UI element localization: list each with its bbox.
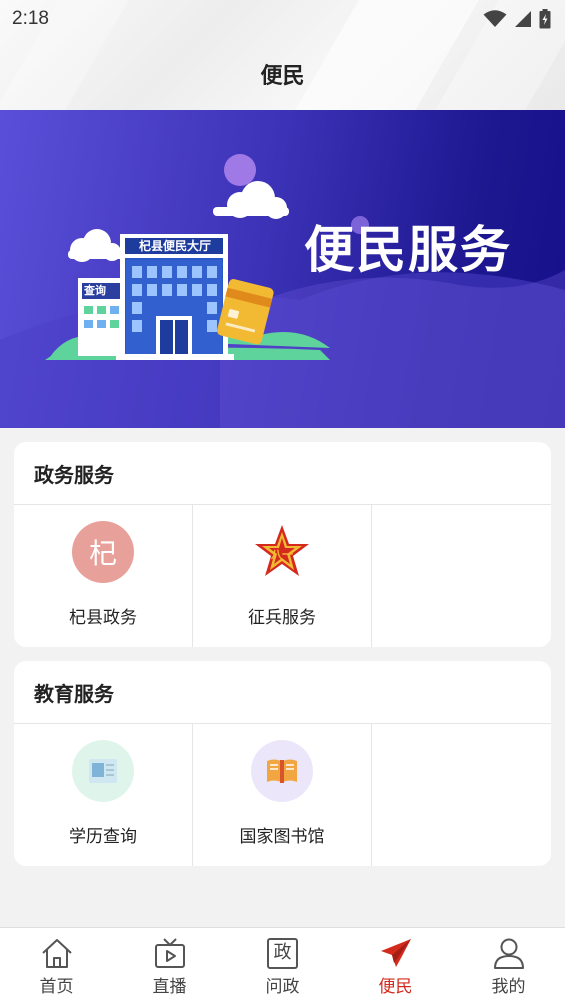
paper-plane-icon <box>378 936 414 970</box>
tab-live[interactable]: 直播 <box>113 928 226 1004</box>
service-grid: 杞 杞县政务 八一 征兵服务 <box>14 505 551 647</box>
section-card-education: 教育服务 学历查询 国家图书馆 <box>14 661 551 866</box>
seal-glyph: 杞 <box>88 537 117 570</box>
user-icon <box>491 936 527 970</box>
tab-convenience[interactable]: 便民 <box>339 928 452 1004</box>
decorative-bubble <box>224 154 256 186</box>
service-label: 国家图书馆 <box>239 827 325 847</box>
home-icon <box>39 936 75 970</box>
army-star-icon: 八一 <box>251 521 313 583</box>
tab-label: 便民 <box>378 977 413 997</box>
section-title: 教育服务 <box>14 661 551 724</box>
service-label: 杞县政务 <box>69 608 137 628</box>
empty-grid-cell <box>372 505 551 647</box>
cloud-shape <box>68 229 124 262</box>
open-book-icon <box>251 740 313 802</box>
section-card-government: 政务服务 杞 杞县政务 八一 征兵服务 <box>14 442 551 647</box>
kiosk-sign: 查询 <box>84 284 106 297</box>
battery-icon <box>539 9 551 29</box>
building-sign: 杞县便民大厅 <box>138 239 211 253</box>
tab-label: 问政 <box>265 977 300 997</box>
qi-county-seal-icon: 杞 <box>72 521 134 583</box>
empty-grid-cell <box>372 724 551 866</box>
service-label: 学历查询 <box>69 827 137 847</box>
service-national-library[interactable]: 国家图书馆 <box>193 724 372 866</box>
tv-play-icon <box>152 936 188 970</box>
wifi-icon <box>483 10 507 27</box>
hero-banner[interactable]: 查询 杞县便民大厅 便民服务 <box>0 110 565 428</box>
tab-label: 首页 <box>39 977 74 997</box>
service-qi-county-government[interactable]: 杞 杞县政务 <box>14 505 193 647</box>
banner-headline: 便民服务 <box>304 221 512 279</box>
tab-home[interactable]: 首页 <box>0 928 113 1004</box>
status-bar: 2:18 <box>0 0 565 38</box>
service-education-query[interactable]: 学历查询 <box>14 724 193 866</box>
service-conscription[interactable]: 八一 征兵服务 <box>193 505 372 647</box>
certificate-icon <box>72 740 134 802</box>
page-title: 便民 <box>260 64 305 89</box>
status-icons <box>483 9 551 29</box>
bottom-tab-bar: 首页 直播 政 问政 便民 我的 <box>0 927 565 1004</box>
tab-label: 直播 <box>152 977 187 997</box>
service-label: 征兵服务 <box>248 608 316 628</box>
cell-signal-icon <box>515 11 531 27</box>
section-title: 政务服务 <box>14 442 551 505</box>
svg-text:八一: 八一 <box>270 548 293 561</box>
politics-glyph: 政 <box>273 942 292 963</box>
status-time: 2:18 <box>12 8 49 29</box>
cloud-shape <box>213 181 289 219</box>
politics-box-icon: 政 <box>265 936 301 970</box>
service-grid: 学历查询 国家图书馆 <box>14 724 551 866</box>
top-header-area: 2:18 便民 <box>0 0 565 110</box>
tab-label: 我的 <box>491 977 526 997</box>
tab-mine[interactable]: 我的 <box>452 928 565 1004</box>
tab-politics[interactable]: 政 问政 <box>226 928 339 1004</box>
